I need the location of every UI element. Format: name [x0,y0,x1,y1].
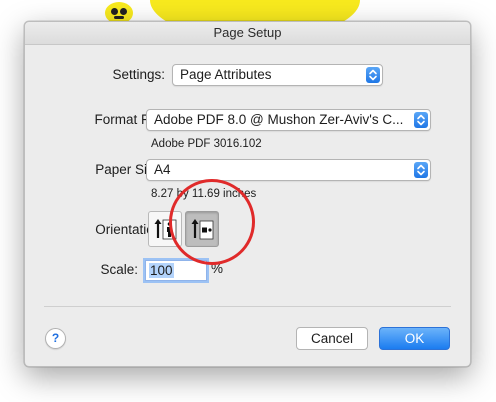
divider [44,306,451,307]
orientation-label: Orientation: [95,222,165,237]
paper-size-value: A4 [154,162,171,177]
page-setup-dialog: Page Setup Settings: Page Attributes For… [24,21,471,367]
settings-label: Settings: [112,67,165,82]
printer-detail: Adobe PDF 3016.102 [151,138,262,150]
help-button[interactable]: ? [45,328,66,349]
popup-stepper-icon [414,162,428,178]
format-for-popup[interactable]: Adobe PDF 8.0 @ Mushon Zer-Aviv's C... [146,109,431,131]
settings-value: Page Attributes [180,67,272,82]
scale-label: Scale: [100,262,138,277]
popup-stepper-icon [414,112,428,128]
scale-value: 100 [149,263,174,278]
ok-button[interactable]: OK [379,327,450,350]
popup-stepper-icon [366,67,380,83]
dialog-title: Page Setup [25,22,470,45]
format-for-value: Adobe PDF 8.0 @ Mushon Zer-Aviv's C... [154,112,404,127]
paper-size-popup[interactable]: A4 [146,159,431,181]
cancel-button[interactable]: Cancel [296,327,368,350]
scale-input[interactable]: 100 [145,260,207,281]
settings-popup[interactable]: Page Attributes [172,64,383,86]
